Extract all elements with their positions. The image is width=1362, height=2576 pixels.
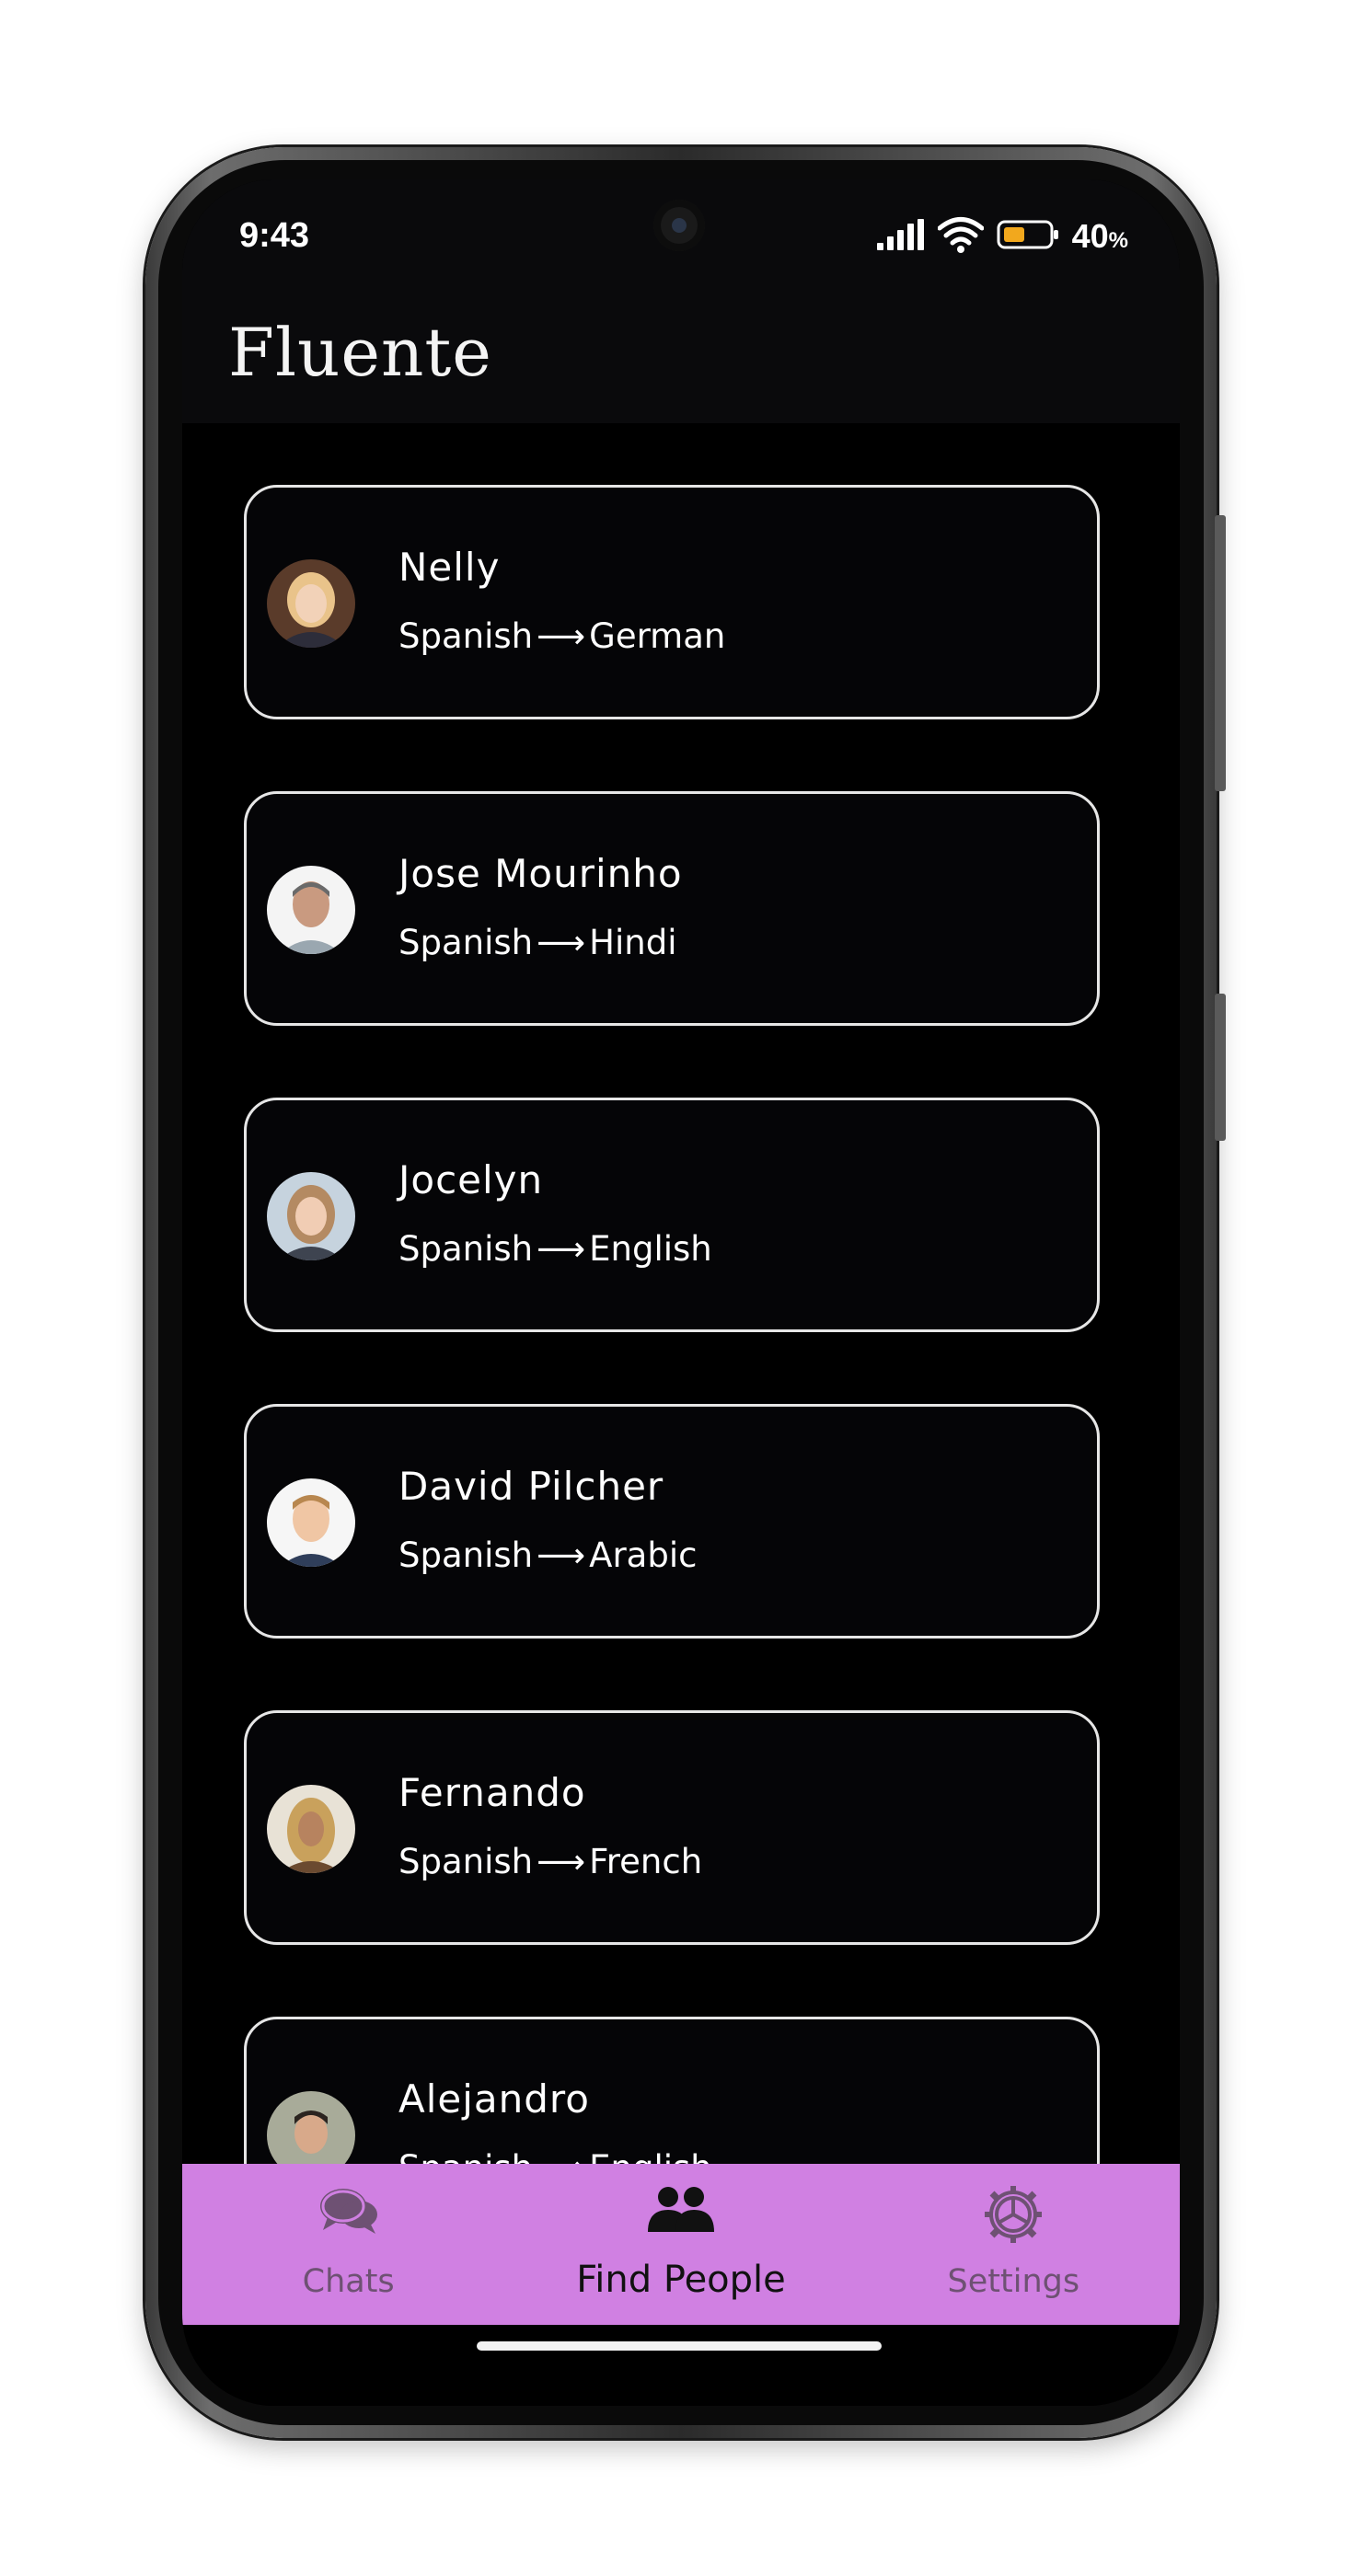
language-pair: Spanish ⟶ Arabic xyxy=(398,1535,698,1575)
status-time: 9:43 xyxy=(239,216,310,255)
status-icons: 40% xyxy=(876,216,1128,257)
front-camera xyxy=(653,200,705,251)
gear-icon xyxy=(983,2184,1044,2248)
avatar xyxy=(267,1478,355,1567)
person-card[interactable]: Nelly Spanish ⟶ German xyxy=(244,485,1100,719)
person-card[interactable]: David Pilcher Spanish ⟶ Arabic xyxy=(244,1404,1100,1639)
people-icon xyxy=(646,2184,716,2239)
wifi-icon xyxy=(937,216,985,257)
arrow-right-icon: ⟶ xyxy=(537,1229,586,1269)
nav-label: Settings xyxy=(947,2263,1080,2300)
people-list[interactable]: Nelly Spanish ⟶ German Jose Mourinho Spani… xyxy=(182,423,1180,2346)
nav-find-people[interactable]: Find People xyxy=(514,2164,847,2325)
arrow-right-icon: ⟶ xyxy=(537,1535,586,1575)
nav-label: Find People xyxy=(576,2259,786,2301)
volume-button xyxy=(1215,994,1226,1141)
nav-label: Chats xyxy=(302,2263,395,2300)
language-pair: Spanish⟶English xyxy=(398,1229,712,1269)
person-name: Jocelyn xyxy=(398,1157,544,1202)
home-indicator[interactable] xyxy=(477,2341,882,2351)
battery-icon xyxy=(997,219,1059,254)
arrow-right-icon: ⟶ xyxy=(537,616,586,656)
power-button xyxy=(1215,515,1226,791)
app-bar: Fluente xyxy=(182,299,1180,423)
person-card[interactable]: Fernando Spanish ⟶ French xyxy=(244,1710,1100,1945)
person-name: David Pilcher xyxy=(398,1464,664,1509)
person-name: Nelly xyxy=(398,545,501,590)
arrow-right-icon: ⟶ xyxy=(537,923,586,962)
language-pair: Spanish ⟶ German xyxy=(398,616,726,656)
nav-chats[interactable]: Chats xyxy=(182,2164,514,2325)
person-name: Alejandro xyxy=(398,2076,590,2122)
language-pair: Spanish ⟶ French xyxy=(398,1842,703,1881)
person-card[interactable]: Jose Mourinho Spanish ⟶ Hindi xyxy=(244,791,1100,1026)
nav-settings[interactable]: Settings xyxy=(848,2164,1180,2325)
person-name: Jose Mourinho xyxy=(398,851,683,896)
screen: 9:43 40% Fluente Nelly Spanish ⟶ German … xyxy=(182,179,1180,2406)
signal-icon xyxy=(876,219,925,254)
app-title: Fluente xyxy=(228,314,492,391)
avatar xyxy=(267,1785,355,1873)
language-pair: Spanish ⟶ Hindi xyxy=(398,923,677,962)
person-card[interactable]: Jocelyn Spanish ⟶ English xyxy=(244,1098,1100,1332)
avatar xyxy=(267,866,355,954)
avatar xyxy=(267,559,355,648)
status-bar: 9:43 40% xyxy=(182,179,1180,299)
bottom-navigation: Chats Find People Settings xyxy=(182,2164,1180,2325)
arrow-right-icon: ⟶ xyxy=(537,1842,586,1881)
person-name: Fernando xyxy=(398,1770,586,1815)
avatar xyxy=(267,1172,355,1260)
chat-bubbles-icon xyxy=(318,2184,379,2243)
gesture-bar-area xyxy=(182,2325,1180,2406)
battery-percent: 40% xyxy=(1071,217,1128,255)
